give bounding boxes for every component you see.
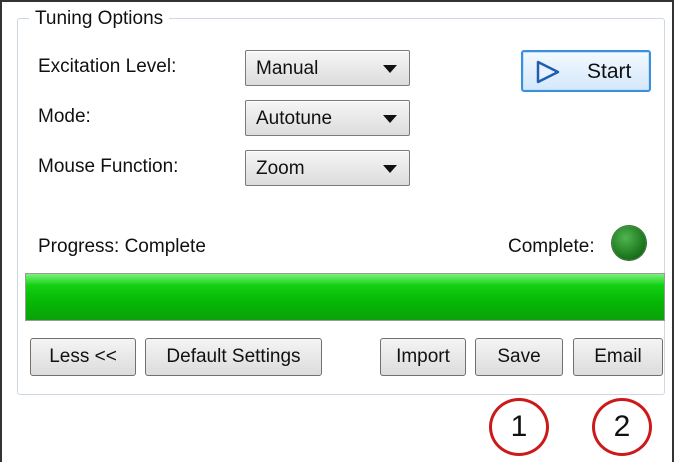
- email-button[interactable]: Email: [573, 338, 663, 376]
- mouse-function-select[interactable]: Zoom: [245, 150, 410, 186]
- group-title: Tuning Options: [29, 8, 170, 30]
- annotation-1: 1: [489, 398, 549, 456]
- import-button[interactable]: Import: [380, 338, 466, 376]
- default-settings-button[interactable]: Default Settings: [145, 338, 322, 376]
- excitation-level-select[interactable]: Manual: [245, 50, 410, 86]
- mode-label: Mode:: [38, 106, 91, 127]
- annotation-2: 2: [592, 398, 652, 456]
- mouse-function-label: Mouse Function:: [38, 156, 179, 177]
- complete-status-label: Complete:: [508, 236, 595, 257]
- excitation-level-label: Excitation Level:: [38, 56, 177, 77]
- play-icon: [536, 60, 560, 84]
- progress-bar: [25, 273, 665, 321]
- save-button[interactable]: Save: [475, 338, 563, 376]
- mode-select[interactable]: Autotune: [245, 100, 410, 136]
- chevron-down-icon: [383, 65, 397, 73]
- mouse-function-value: Zoom: [256, 158, 305, 179]
- chevron-down-icon: [383, 115, 397, 123]
- chevron-down-icon: [383, 165, 397, 173]
- status-led-icon: [612, 226, 646, 260]
- start-button[interactable]: Start: [521, 50, 651, 92]
- mode-value: Autotune: [256, 108, 333, 129]
- excitation-level-value: Manual: [256, 58, 319, 79]
- less-button[interactable]: Less <<: [30, 338, 136, 376]
- start-label: Start: [587, 60, 632, 83]
- progress-text: Progress: Complete: [38, 236, 206, 257]
